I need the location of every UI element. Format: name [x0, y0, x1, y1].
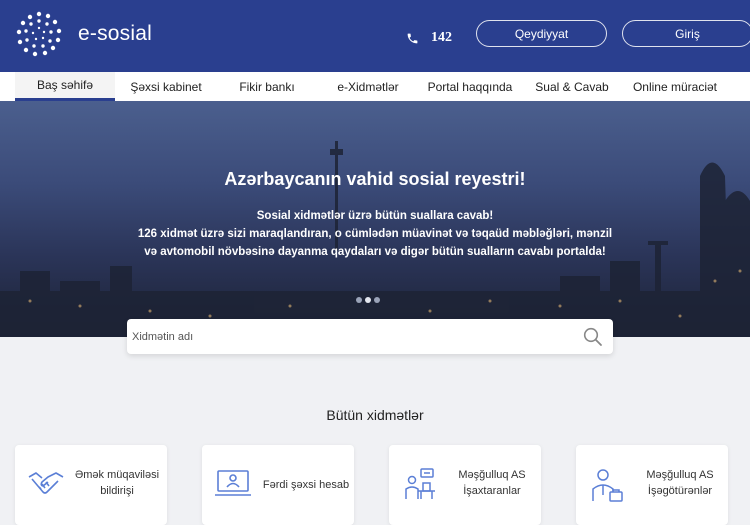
job-seeker-icon — [405, 468, 435, 499]
hero-title: Azərbaycanın vahid sosial reyestri! — [224, 169, 526, 189]
phone-number: 142 — [431, 30, 452, 45]
slider-dot-active[interactable] — [365, 297, 371, 303]
service-card-label: Məşğulluq AS İşəgötürənlər — [646, 469, 714, 497]
hero-subtitle-line: Sosial xidmətlər üzrə bütün suallara cav… — [256, 210, 494, 222]
service-search — [127, 319, 613, 354]
search-input[interactable] — [127, 319, 567, 354]
search-icon[interactable] — [583, 327, 603, 347]
login-button[interactable]: Giriş — [622, 20, 750, 47]
slider-dot[interactable] — [356, 297, 362, 303]
brand-name[interactable]: e-sosial — [78, 22, 152, 46]
service-card-label: Fərdi şəxsi hesab — [262, 479, 350, 491]
handshake-icon — [28, 472, 64, 494]
service-card-job-seekers[interactable]: Məşğulluq AS İşaxtaranlar — [389, 445, 541, 525]
slider-dots — [356, 297, 383, 303]
hero-subtitle-line: və avtomobil növbəsinə dayanma qaydaları… — [144, 246, 606, 258]
nav-item-eservices[interactable]: e-Xidmətlər — [326, 72, 410, 101]
logo-icon[interactable] — [16, 11, 62, 57]
services-title: Bütün xidmətlər — [326, 407, 424, 423]
hero-banner: Azərbaycanın vahid sosial reyestri! Sosi… — [0, 101, 750, 337]
nav-item-online-request[interactable]: Online müraciət — [625, 72, 725, 101]
service-card-employment-contract[interactable]: Əmək müqaviləsi bildirişi — [15, 445, 167, 525]
nav-item-about[interactable]: Portal haqqında — [420, 72, 520, 101]
service-card-label: Əmək müqaviləsi bildirişi — [74, 469, 160, 497]
nav-item-faq[interactable]: Sual & Cavab — [529, 72, 615, 101]
hero-subtitle-line: 126 xidmət üzrə sizi maraqlandıran, o cü… — [137, 228, 613, 240]
service-card-personal-account[interactable]: Fərdi şəxsi hesab — [202, 445, 354, 525]
hero-subtitle: Sosial xidmətlər üzrə bütün suallara cav… — [0, 207, 750, 261]
nav-item-home[interactable]: Baş səhifə — [15, 72, 115, 101]
main-nav: Baş səhifə Şəxsi kabinet Fikir bankı e-X… — [0, 72, 750, 101]
computer-id-icon — [215, 470, 251, 496]
phone-contact: 142 — [406, 30, 452, 46]
slider-dot[interactable] — [374, 297, 380, 303]
phone-icon — [407, 33, 418, 43]
register-button[interactable]: Qeydiyyat — [476, 20, 607, 47]
employer-icon — [592, 469, 623, 502]
service-card-label: Məşğulluq AS İşaxtaranlar — [458, 469, 526, 497]
nav-item-cabinet[interactable]: Şəxsi kabinet — [118, 72, 214, 101]
nav-item-ideas[interactable]: Fikir bankı — [222, 72, 312, 101]
service-card-employers[interactable]: Məşğulluq AS İşəgötürənlər — [576, 445, 728, 525]
header: e-sosial 142 Qeydiyyat Giriş — [0, 0, 750, 72]
